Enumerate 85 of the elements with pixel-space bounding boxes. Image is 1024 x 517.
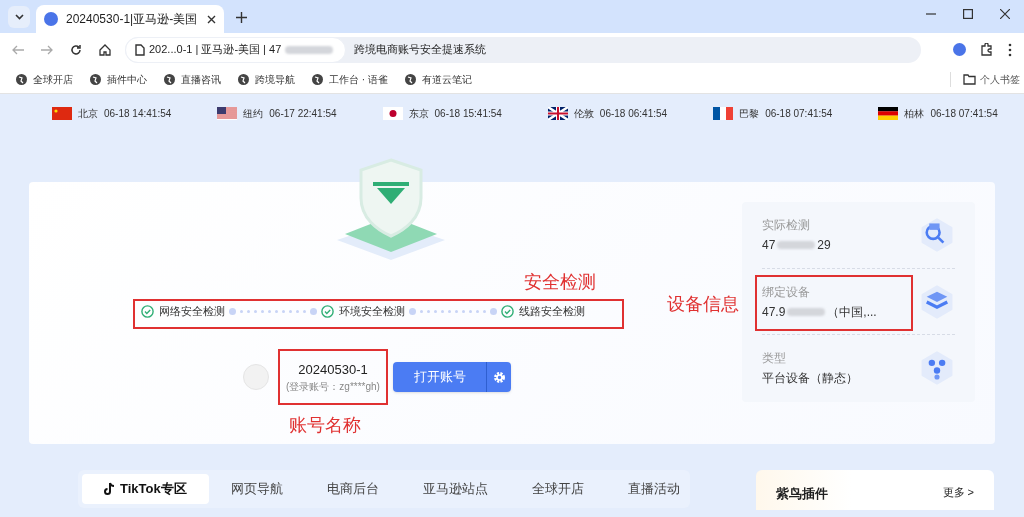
home-icon[interactable] [99,43,111,56]
site-logo-icon [44,12,58,26]
plugin-card-title: 紫鸟插件 [776,485,828,503]
maximize-icon[interactable] [963,9,973,19]
nav-tab[interactable]: 网页导航 [208,474,305,504]
clock-time: 06-18 07:41:54 [930,106,998,121]
folder-icon [963,74,976,85]
chevron-down-icon [14,14,24,20]
flag-icon [52,106,72,120]
bookmark-folder[interactable]: 个人书签 [980,72,1020,87]
globe-icon [312,74,323,85]
device-label: 绑定设备 [762,283,811,301]
check-label: 线路安全检测 [519,304,585,319]
close-icon[interactable] [1000,9,1010,19]
new-tab-icon[interactable] [236,12,247,23]
bookmark-link[interactable]: 全球开店 [33,72,73,87]
device-label: 实际检测 [762,217,811,234]
more-link[interactable]: 更多 > [942,484,974,501]
clock-time: 06-18 06:41:54 [599,106,668,121]
tab-list-button[interactable] [8,6,30,28]
settings-button[interactable] [486,362,511,392]
device-value: （中国,... [827,303,877,321]
extension-icon[interactable] [953,43,966,56]
flag-icon [878,106,899,120]
address-bar[interactable]: 202...0-1 | 亚马逊-美国 | 47 跨境电商账号安全提速系统 [125,36,921,63]
city-name: 北京 [78,106,98,121]
account-avatar [243,364,269,390]
reload-icon[interactable] [70,43,82,56]
settings-icon [492,370,506,384]
globe-icon [164,74,175,85]
city-name: 柏林 [904,106,925,121]
device-value: 平台设备（静态） [762,369,858,387]
flag-icon [217,106,238,120]
flag-icon [382,106,403,120]
nav-tab[interactable]: 亚马逊站点 [400,474,510,504]
open-account-button[interactable]: 打开账号 [393,362,486,392]
nav-tab[interactable]: TikTok专区 [82,474,209,504]
nav-tab[interactable]: 全球开店 [509,474,606,504]
login-account: (登录账号：zg****gh) [286,380,380,395]
bookmark-link[interactable]: 跨境导航 [255,72,295,87]
account-name: 20240530-1 [298,360,368,379]
globe-icon [16,74,27,85]
globe-icon [90,74,101,85]
bookmark-link[interactable]: 直播咨讯 [181,72,221,87]
nodes-icon [919,349,955,386]
annotation-text: 账号名称 [289,413,361,437]
annotation-text: 设备信息 [667,292,739,316]
flag-icon [547,106,568,120]
blurred-text [285,45,334,54]
nav-tab[interactable]: 电商后台 [304,474,401,504]
close-icon[interactable] [207,14,216,24]
blurred-text [787,307,826,316]
annotation-text: 安全检测 [524,270,596,294]
flag-icon [713,106,734,120]
bookmark-link[interactable]: 工作台 · 语雀 [329,72,388,87]
address-text: 202...0-1 | 亚马逊-美国 | 47 [149,42,282,58]
check-label: 网络安全检测 [159,304,225,319]
clock-time: 06-17 22:41:54 [269,106,337,121]
music-note-icon [104,482,116,496]
blurred-text [777,241,816,249]
globe-icon [238,74,249,85]
more-icon[interactable] [1008,42,1012,57]
device-value: 47 [762,237,776,254]
check-label: 环境安全检测 [339,304,405,319]
device-value: 29 [817,237,831,254]
page-icon [134,43,145,56]
nav-tab[interactable]: 直播活动 [605,474,702,504]
tab-title: 20240530-1|亚马逊-美国 [66,11,199,28]
page-title: 跨境电商账号安全提速系统 [354,42,487,58]
puzzle-icon[interactable] [980,42,994,57]
globe-icon [404,74,416,85]
browser-tab[interactable]: 20240530-1|亚马逊-美国 [36,5,224,33]
bookmark-link[interactable]: 有道云笔记 [421,72,472,87]
device-value: 47.9 [762,303,786,321]
city-name: 东京 [408,106,429,121]
search-icon [919,217,955,253]
city-name: 纽约 [243,106,264,121]
bookmark-link[interactable]: 插件中心 [107,72,147,87]
layers-icon [919,283,955,320]
device-label: 类型 [762,349,787,367]
clock-time: 06-18 15:41:54 [434,106,502,121]
city-name: 伦敦 [573,106,594,121]
clock-time: 06-18 07:41:54 [765,106,833,121]
city-name: 巴黎 [739,106,760,121]
clock-time: 06-18 14:41:54 [104,106,172,121]
